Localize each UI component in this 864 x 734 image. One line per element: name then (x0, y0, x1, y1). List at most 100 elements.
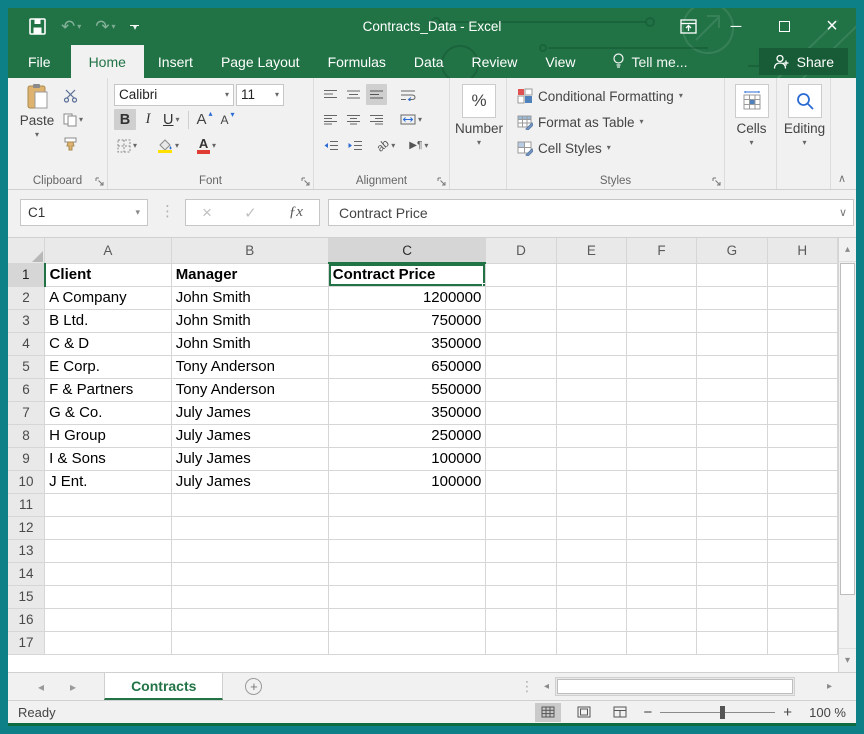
formula-input[interactable]: Contract Price ∨ (328, 199, 854, 226)
cell-E8[interactable] (556, 424, 626, 447)
row-header-1[interactable]: 1 (8, 263, 45, 286)
cell-H5[interactable] (767, 355, 837, 378)
tab-page-layout[interactable]: Page Layout (207, 45, 314, 78)
column-header-A[interactable]: A (45, 238, 172, 263)
cell-D8[interactable] (486, 424, 556, 447)
cell-F7[interactable] (626, 401, 696, 424)
cell-F8[interactable] (626, 424, 696, 447)
cell-A16[interactable] (45, 608, 172, 631)
increase-font-size-button[interactable]: A▴ (194, 109, 216, 130)
cell-A11[interactable] (45, 493, 172, 516)
cell-D6[interactable] (486, 378, 556, 401)
cell-G17[interactable] (697, 631, 767, 654)
cell-E9[interactable] (556, 447, 626, 470)
cell-E12[interactable] (556, 516, 626, 539)
cell-F17[interactable] (626, 631, 696, 654)
zoom-out-icon[interactable]: − (643, 704, 652, 721)
fill-color-button[interactable]: ▾ (154, 135, 182, 156)
customize-qat-icon[interactable]: ▾ (130, 25, 139, 29)
align-center-button[interactable] (343, 109, 364, 130)
cell-F1[interactable] (626, 263, 696, 286)
cell-A2[interactable]: A Company (45, 286, 172, 309)
cell-F13[interactable] (626, 539, 696, 562)
cell-styles-button[interactable]: Cell Styles ▾ (513, 135, 720, 161)
cell-E1[interactable] (556, 263, 626, 286)
row-header-12[interactable]: 12 (8, 516, 45, 539)
cell-C13[interactable] (328, 539, 486, 562)
column-header-H[interactable]: H (767, 238, 837, 263)
cell-G11[interactable] (697, 493, 767, 516)
cell-H11[interactable] (767, 493, 837, 516)
cell-H17[interactable] (767, 631, 837, 654)
cell-A1[interactable]: Client (45, 263, 172, 286)
row-header-7[interactable]: 7 (8, 401, 45, 424)
cell-A4[interactable]: C & D (45, 332, 172, 355)
cell-G8[interactable] (697, 424, 767, 447)
next-sheet-icon[interactable]: ▸ (70, 680, 76, 694)
cell-H13[interactable] (767, 539, 837, 562)
horizontal-scrollbar-track[interactable] (555, 677, 795, 696)
column-header-D[interactable]: D (486, 238, 556, 263)
zoom-in-icon[interactable]: + (783, 704, 792, 721)
borders-button[interactable]: ▾ (114, 135, 140, 156)
cell-G12[interactable] (697, 516, 767, 539)
cell-E5[interactable] (556, 355, 626, 378)
cell-B15[interactable] (171, 585, 328, 608)
tab-view[interactable]: View (531, 45, 589, 78)
format-painter-button[interactable] (60, 133, 86, 154)
cell-D13[interactable] (486, 539, 556, 562)
cell-E2[interactable] (556, 286, 626, 309)
cell-H9[interactable] (767, 447, 837, 470)
cell-G2[interactable] (697, 286, 767, 309)
cell-A15[interactable] (45, 585, 172, 608)
cell-D4[interactable] (486, 332, 556, 355)
maximize-button[interactable] (760, 8, 808, 45)
cell-E17[interactable] (556, 631, 626, 654)
cell-E3[interactable] (556, 309, 626, 332)
cell-F10[interactable] (626, 470, 696, 493)
row-header-4[interactable]: 4 (8, 332, 45, 355)
paste-button[interactable]: Paste ▾ (14, 83, 60, 154)
tab-bar-resize-handle[interactable]: ⋮ (520, 678, 534, 695)
cell-C14[interactable] (328, 562, 486, 585)
scroll-right-icon[interactable]: ▸ (821, 676, 838, 697)
cell-H1[interactable] (767, 263, 837, 286)
column-header-B[interactable]: B (171, 238, 328, 263)
new-sheet-button[interactable]: + (245, 673, 262, 700)
row-header-17[interactable]: 17 (8, 631, 45, 654)
cell-B12[interactable] (171, 516, 328, 539)
cell-D16[interactable] (486, 608, 556, 631)
cell-F12[interactable] (626, 516, 696, 539)
cell-A12[interactable] (45, 516, 172, 539)
zoom-level[interactable]: 100 % (802, 705, 846, 720)
cell-B10[interactable]: July James (171, 470, 328, 493)
cell-C11[interactable] (328, 493, 486, 516)
cell-A17[interactable] (45, 631, 172, 654)
cell-H2[interactable] (767, 286, 837, 309)
middle-align-button[interactable] (343, 84, 364, 105)
cell-A13[interactable] (45, 539, 172, 562)
cell-C17[interactable] (328, 631, 486, 654)
cell-C10[interactable]: 100000 (328, 470, 486, 493)
cell-C15[interactable] (328, 585, 486, 608)
fill-handle[interactable] (482, 283, 486, 287)
share-button[interactable]: Share (759, 48, 848, 75)
wrap-text-button[interactable] (397, 84, 419, 105)
cell-E4[interactable] (556, 332, 626, 355)
cell-G5[interactable] (697, 355, 767, 378)
cell-H16[interactable] (767, 608, 837, 631)
row-header-10[interactable]: 10 (8, 470, 45, 493)
row-header-2[interactable]: 2 (8, 286, 45, 309)
column-header-E[interactable]: E (556, 238, 626, 263)
cells-button[interactable]: Cells ▾ (731, 83, 772, 147)
cell-G6[interactable] (697, 378, 767, 401)
column-header-C[interactable]: C (328, 238, 486, 263)
cell-F14[interactable] (626, 562, 696, 585)
cell-C5[interactable]: 650000 (328, 355, 486, 378)
cell-B2[interactable]: John Smith (171, 286, 328, 309)
horizontal-scrollbar[interactable]: ◂ ▸ (538, 676, 838, 697)
font-name-select[interactable]: Calibri ▾ (114, 84, 234, 106)
cell-H7[interactable] (767, 401, 837, 424)
styles-dialog-launcher-icon[interactable] (712, 177, 721, 186)
cell-G13[interactable] (697, 539, 767, 562)
